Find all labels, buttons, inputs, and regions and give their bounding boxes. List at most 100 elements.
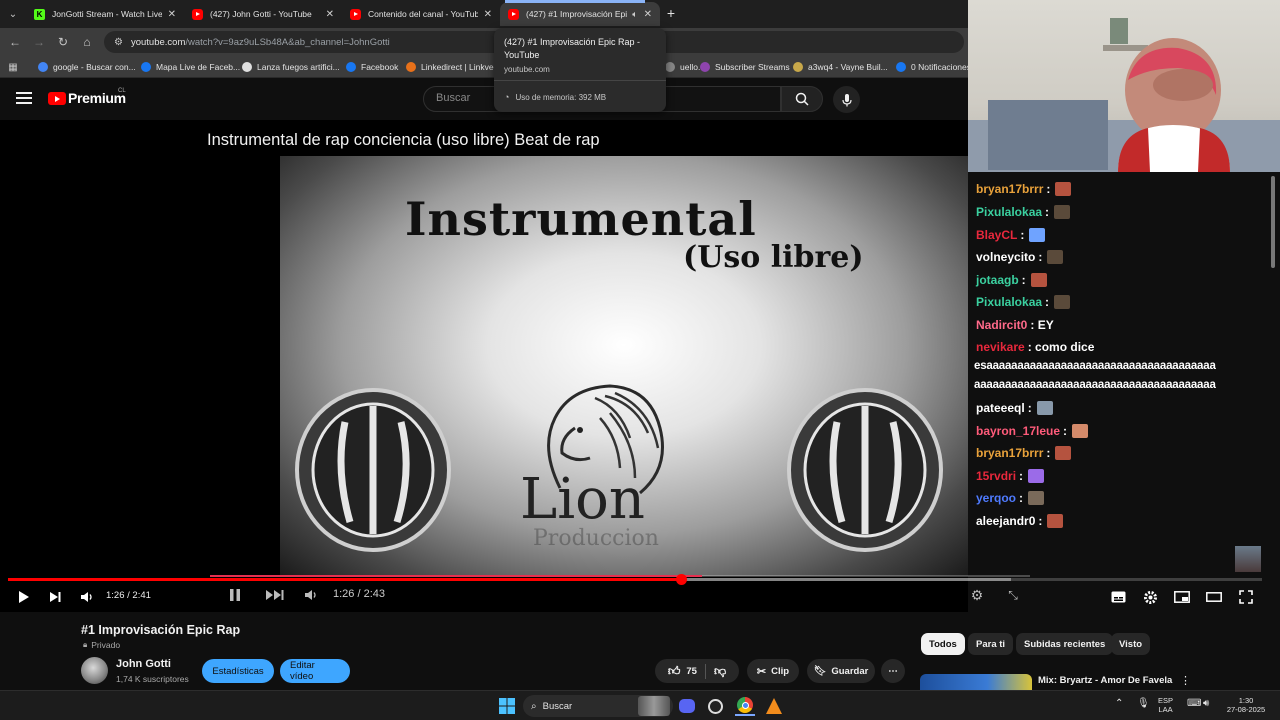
- bookmark-favicon-icon: [242, 62, 252, 72]
- tab-strip: ⌄ K JonGotti Stream - Watch Live o ✕ (42…: [0, 0, 968, 28]
- progress-bar[interactable]: [8, 574, 1262, 585]
- chat-username[interactable]: jotaagb: [976, 273, 1019, 287]
- browser-tab[interactable]: K JonGotti Stream - Watch Live o ✕: [26, 2, 184, 26]
- chat-scrollbar[interactable]: [1271, 176, 1275, 268]
- statistics-button[interactable]: Estadísticas: [202, 659, 274, 683]
- channel-name[interactable]: John Gotti: [116, 658, 171, 670]
- more-vertical-icon[interactable]: ⋮: [1180, 674, 1191, 687]
- chat-username[interactable]: aleejandr0: [976, 514, 1035, 528]
- back-icon[interactable]: ←: [6, 33, 24, 51]
- browser-toolbar: ← → ↻ ⌂ ⚙ youtube.com/watch?v=9az9uLSb48…: [0, 28, 968, 56]
- chat-username[interactable]: Pixulalokaa: [976, 205, 1042, 219]
- thumbnail-produccion-text: Produccion: [533, 526, 659, 551]
- chat-username[interactable]: BlayCL: [976, 228, 1017, 242]
- streamer-webcam-icon: [968, 18, 1280, 172]
- next-button[interactable]: [46, 588, 64, 606]
- discord-icon[interactable]: [677, 696, 697, 716]
- reload-icon[interactable]: ↻: [54, 33, 72, 51]
- clock[interactable]: 1:30 27-08-2025: [1222, 696, 1270, 714]
- search-button[interactable]: [781, 86, 823, 112]
- filter-chip-for-you[interactable]: Para ti: [968, 633, 1014, 655]
- bookmark-item[interactable]: Lanza fuegos artifici...: [242, 59, 340, 75]
- chat-username[interactable]: bayron_17leue: [976, 424, 1060, 438]
- miniplayer-button[interactable]: [1173, 588, 1191, 606]
- site-info-icon[interactable]: ⚙: [114, 37, 123, 48]
- divider: [494, 80, 666, 81]
- embedded-next-icon: [264, 586, 286, 604]
- bookmark-item[interactable]: 0 Notificaciones: [896, 59, 971, 75]
- tab-search-icon[interactable]: ⌄: [4, 5, 22, 23]
- chat-emote-icon: [1054, 295, 1071, 309]
- chat-username[interactable]: yerqoo: [976, 491, 1016, 505]
- fullscreen-button[interactable]: [1237, 588, 1255, 606]
- recommended-thumbnail[interactable]: [920, 674, 1032, 690]
- chat-text: : EY: [1030, 318, 1054, 332]
- apps-grid-icon[interactable]: ▦: [6, 60, 20, 74]
- language-indicator[interactable]: ESP LAA: [1158, 696, 1173, 714]
- chat-emote-icon: [1054, 205, 1071, 219]
- close-icon[interactable]: ✕: [644, 9, 652, 20]
- bookmark-item[interactable]: Subscriber Streams: [700, 59, 790, 75]
- close-icon[interactable]: ✕: [168, 9, 176, 20]
- youtube-logo-icon[interactable]: [48, 92, 66, 105]
- video-player[interactable]: Instrumental de rap conciencia (uso libr…: [0, 120, 968, 612]
- filter-chip-recent[interactable]: Subidas recientes: [1016, 633, 1114, 655]
- chat-text: :: [1038, 514, 1043, 528]
- network-icon[interactable]: ⌨: [1187, 699, 1201, 709]
- chat-message: bryan17brrr:: [976, 446, 1072, 460]
- speaker-icon[interactable]: 🔈︎: [632, 9, 637, 20]
- thumbs-down-icon[interactable]: 👎︎: [714, 664, 726, 679]
- chat-username[interactable]: pateeeql: [976, 401, 1025, 415]
- channel-avatar[interactable]: [81, 657, 108, 684]
- more-actions-button[interactable]: ⋯: [881, 659, 905, 683]
- chat-username[interactable]: bryan17brrr: [976, 182, 1043, 196]
- filter-chip-all[interactable]: Todos: [921, 633, 965, 655]
- filter-chip-watched[interactable]: Visto: [1111, 633, 1151, 655]
- close-icon[interactable]: ✕: [326, 9, 334, 20]
- app-icon[interactable]: [764, 696, 784, 716]
- home-icon[interactable]: ⌂: [78, 33, 96, 51]
- memory-usage-text: Uso de memoria: 392 MB: [515, 92, 607, 102]
- subtitles-button[interactable]: [1109, 588, 1127, 606]
- voice-search-button[interactable]: [833, 86, 860, 113]
- browser-tab-active[interactable]: (427) #1 Improvisación Epi 🔈︎ ✕: [500, 2, 660, 26]
- chat-username[interactable]: bryan17brrr: [976, 446, 1043, 460]
- bookmark-item[interactable]: google - Buscar con...: [38, 59, 136, 75]
- mute-button[interactable]: [78, 588, 96, 606]
- chat-emote-icon: [1055, 446, 1072, 460]
- close-icon[interactable]: ✕: [484, 9, 492, 20]
- theater-mode-button[interactable]: [1205, 588, 1223, 606]
- bookmark-item[interactable]: Facebook: [346, 59, 398, 75]
- browser-tab[interactable]: (427) John Gotti - YouTube ✕: [184, 2, 342, 26]
- chat-username[interactable]: Nadircit0: [976, 318, 1027, 332]
- bookmark-favicon-icon: [141, 62, 151, 72]
- microphone-icon[interactable]: 🎙︎: [1137, 699, 1150, 709]
- search-highlight-icon[interactable]: [638, 696, 670, 716]
- windows-start-icon[interactable]: [497, 696, 517, 716]
- clip-button[interactable]: ✂ Clip: [747, 659, 799, 683]
- play-icon: [19, 591, 29, 603]
- settings-button[interactable]: [1141, 588, 1159, 606]
- browser-tab[interactable]: Contenido del canal - YouTube ✕: [342, 2, 500, 26]
- chat-username[interactable]: volneycito: [976, 250, 1035, 264]
- bookmark-label: Subscriber Streams: [715, 62, 790, 72]
- edit-video-button[interactable]: Editar vídeo: [280, 659, 350, 683]
- speaker-icon[interactable]: 🔊︎: [1203, 699, 1209, 709]
- chat-username[interactable]: 15rvdri: [976, 469, 1016, 483]
- chat-username[interactable]: nevikare: [976, 340, 1025, 354]
- save-button[interactable]: 🔖︎ Guardar: [807, 659, 875, 683]
- forward-icon[interactable]: →: [30, 33, 48, 51]
- chrome-icon[interactable]: [735, 696, 755, 716]
- chat-username[interactable]: Pixulalokaa: [976, 295, 1042, 309]
- like-button[interactable]: 👍︎ 75: [668, 663, 706, 679]
- bookmark-item[interactable]: a3wq4 - Vayne Buil...: [793, 59, 888, 75]
- menu-icon[interactable]: [16, 92, 32, 106]
- bookmark-item[interactable]: Mapa Live de Faceb...: [141, 59, 240, 75]
- play-button[interactable]: [14, 588, 32, 606]
- bookmark-item[interactable]: Linkedirect | Linkve...: [406, 59, 501, 75]
- language-top: ESP: [1158, 696, 1174, 705]
- recommended-title[interactable]: Mix: Bryartz - Amor De Favela: [1038, 675, 1172, 686]
- new-tab-button[interactable]: +: [662, 4, 680, 22]
- obs-icon[interactable]: [705, 696, 725, 716]
- chevron-up-icon[interactable]: ⌃: [1115, 699, 1123, 709]
